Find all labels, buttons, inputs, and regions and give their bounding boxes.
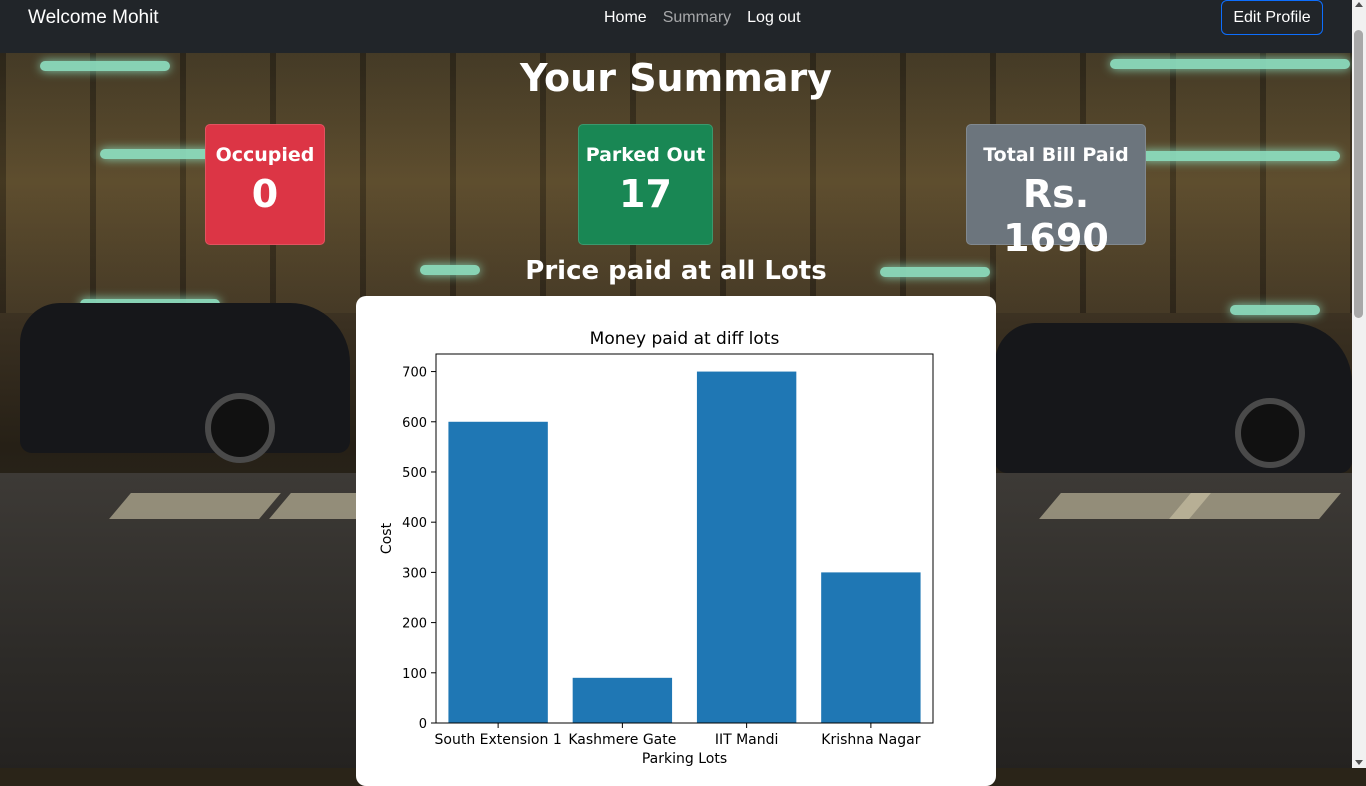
occupied-card: Occupied 0: [205, 124, 325, 245]
x-axis-label: Parking Lots: [642, 751, 727, 767]
bar-2: [696, 371, 797, 723]
bar-chart: Money paid at diff lots South Extension 1…: [379, 329, 934, 767]
chart-section-heading: Price paid at all Lots: [525, 256, 827, 286]
y-tick-label-300: 300: [402, 566, 427, 581]
nav-home-link[interactable]: Home: [604, 9, 647, 27]
total-bill-card: Total Bill Paid Rs. 1690: [966, 124, 1146, 260]
scroll-up-arrow-icon[interactable]: [1355, 2, 1363, 7]
y-tick-label-700: 700: [402, 366, 427, 381]
brand-welcome[interactable]: Welcome Mohit: [28, 7, 159, 29]
page-title: Your Summary: [520, 56, 832, 100]
total-bill-label: Total Bill Paid: [983, 144, 1129, 166]
chart-container: Money paid at diff lots South Extension 1…: [356, 296, 996, 786]
x-tick-label-1: Kashmere Gate: [568, 732, 676, 748]
parked-out-card: Parked Out 17: [578, 124, 713, 245]
parked-out-label: Parked Out: [585, 144, 706, 166]
page-scrollbar[interactable]: [1352, 0, 1366, 768]
bar-0: [448, 421, 548, 723]
nav-summary-link[interactable]: Summary: [663, 9, 731, 27]
occupied-value: 0: [251, 172, 279, 216]
nav-links: Home Summary Log out: [604, 9, 801, 27]
bar-1: [572, 677, 673, 723]
y-tick-label-500: 500: [402, 466, 427, 481]
y-axis-label: Cost: [379, 522, 395, 554]
edit-profile-button[interactable]: Edit Profile: [1221, 0, 1323, 35]
parked-out-value: 17: [619, 172, 672, 216]
y-tick-label-200: 200: [402, 617, 427, 632]
total-bill-value: Rs. 1690: [1003, 172, 1109, 260]
top-navbar: Welcome Mohit Home Summary Log out Edit …: [0, 0, 1366, 53]
x-tick-label-3: Krishna Nagar: [821, 732, 920, 748]
scroll-down-arrow-icon[interactable]: [1355, 760, 1363, 765]
bar-3: [821, 572, 921, 723]
occupied-label: Occupied: [215, 144, 315, 166]
nav-logout-link[interactable]: Log out: [747, 9, 800, 27]
chart-title: Money paid at diff lots: [590, 329, 780, 349]
scroll-thumb[interactable]: [1354, 30, 1363, 318]
x-tick-label-2: IIT Mandi: [715, 732, 779, 748]
y-tick-label-600: 600: [402, 416, 427, 431]
y-tick-label-0: 0: [419, 717, 427, 732]
y-tick-label-400: 400: [402, 516, 427, 531]
x-tick-label-0: South Extension 1: [435, 732, 562, 748]
y-tick-label-100: 100: [402, 667, 427, 682]
